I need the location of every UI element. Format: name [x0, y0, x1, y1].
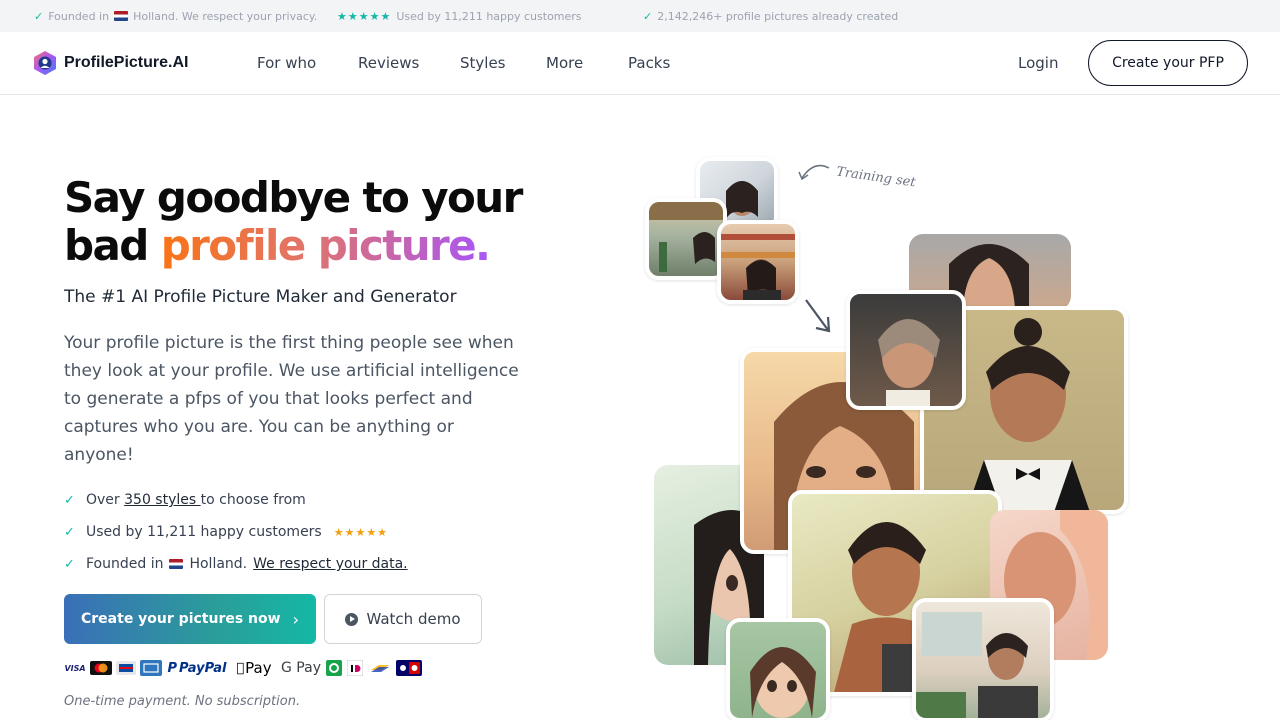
check-icon: ✓	[64, 556, 75, 572]
green-payment-icon	[326, 660, 342, 676]
nav-styles[interactable]: Styles	[460, 54, 506, 72]
topbar-customers: ★★★★★ Used by 11,211 happy customers	[337, 0, 582, 32]
hero-title-highlight: profile picture.	[160, 221, 491, 270]
giropay-icon	[396, 660, 422, 676]
announcement-bar: ✓ Founded in Holland. We respect your pr…	[0, 0, 1280, 32]
topbar-created: ✓ 2,142,246+ profile pictures already cr…	[643, 0, 898, 32]
topbar-founded-prefix: Founded in	[48, 9, 110, 23]
login-link[interactable]: Login	[1018, 54, 1058, 72]
star-rating-icon: ★★★★★	[337, 9, 392, 23]
logo[interactable]: ProfilePicture.AI	[32, 50, 188, 76]
training-set-label: Training set	[835, 164, 917, 191]
topbar-founded: ✓ Founded in Holland. We respect your pr…	[34, 0, 317, 32]
watch-demo-button[interactable]: Watch demo	[324, 594, 482, 644]
hero-title-line1: Say goodbye to your	[64, 173, 523, 222]
feature-founded: ✓ Founded in Holland. We respect your da…	[64, 548, 408, 580]
amex-icon	[140, 660, 162, 676]
create-pictures-label: Create your pictures now	[81, 611, 281, 627]
nav-for-who[interactable]: For who	[257, 54, 316, 72]
payment-note: One-time payment. No subscription.	[64, 694, 301, 709]
curved-arrow-icon	[798, 164, 830, 181]
create-pfp-button[interactable]: Create your PFP	[1088, 40, 1248, 86]
paypal-label: PayPal	[179, 660, 227, 676]
netherlands-flag-icon	[169, 559, 184, 569]
topbar-founded-suffix: Holland. We respect your privacy.	[133, 9, 318, 23]
training-photo-2	[645, 198, 727, 280]
create-pictures-button[interactable]: Create your pictures now ›	[64, 594, 316, 644]
star-rating-icon: ★★★★★	[333, 525, 389, 539]
respect-data-link[interactable]: We respect your data.	[253, 556, 408, 572]
topbar-created-count: 2,142,246+ profile pictures already crea…	[657, 9, 899, 23]
check-icon: ✓	[64, 524, 75, 540]
mastercard-icon	[90, 660, 112, 676]
google-pay-label: G Pay	[281, 660, 321, 676]
paypal-icon: P PayPal	[167, 660, 227, 676]
apple-pay-label: Pay	[241, 659, 271, 677]
topbar-used-by: Used by 11,211 happy customers	[396, 9, 582, 23]
hero-description: Your profile picture is the first thing …	[64, 333, 519, 465]
portrait-small-center	[846, 290, 966, 410]
feature-customers: ✓ Used by 11,211 happy customers ★★★★★	[64, 516, 408, 548]
logo-icon	[34, 51, 56, 75]
hero-title-line2: bad	[64, 221, 161, 270]
chevron-right-icon: ›	[292, 609, 299, 629]
check-icon: ✓	[643, 9, 653, 23]
google-pay-icon: G Pay	[280, 660, 322, 676]
feature-styles-suffix: to choose from	[200, 492, 306, 508]
netherlands-flag-icon	[114, 11, 129, 21]
nav-packs[interactable]: Packs	[628, 54, 670, 72]
feature-founded-prefix: Founded in	[86, 556, 164, 572]
play-icon	[345, 612, 359, 626]
feature-styles-text: Over 350 styles to choose from	[86, 492, 306, 508]
payment-methods: VISA PPayPal Pay G Pay	[64, 658, 422, 678]
portrait-cafe-bottom	[912, 598, 1054, 720]
feature-styles-prefix: Over	[86, 492, 125, 508]
nav-more[interactable]: More	[546, 54, 583, 72]
maestro-icon	[116, 660, 136, 676]
hero-subtitle: The #1 AI Profile Picture Maker and Gene…	[64, 287, 457, 307]
feature-founded-mid: Holland.	[189, 556, 248, 572]
logo-text: ProfilePicture.AI	[64, 54, 189, 71]
portrait-anime-bottom	[726, 618, 830, 720]
styles-link[interactable]: 350 styles	[124, 492, 201, 508]
feature-customers-text: Used by 11,211 happy customers	[86, 524, 322, 540]
hero-title: Say goodbye to your bad profile picture.	[64, 174, 584, 270]
watch-demo-label: Watch demo	[366, 610, 461, 628]
check-icon: ✓	[64, 492, 75, 508]
training-photo-3	[717, 220, 799, 304]
feature-styles: ✓ Over 350 styles to choose from	[64, 484, 408, 516]
bancontact-icon	[368, 660, 392, 676]
ideal-icon	[346, 660, 364, 676]
visa-icon: VISA	[64, 663, 86, 673]
feature-list: ✓ Over 350 styles to choose from ✓ Used …	[64, 484, 408, 580]
check-icon: ✓	[34, 9, 44, 23]
nav-reviews[interactable]: Reviews	[358, 54, 419, 72]
arrow-down-right-icon	[805, 299, 831, 333]
apple-pay-icon: Pay	[232, 659, 276, 677]
site-header: ProfilePicture.AI For who Reviews Styles…	[0, 32, 1280, 95]
